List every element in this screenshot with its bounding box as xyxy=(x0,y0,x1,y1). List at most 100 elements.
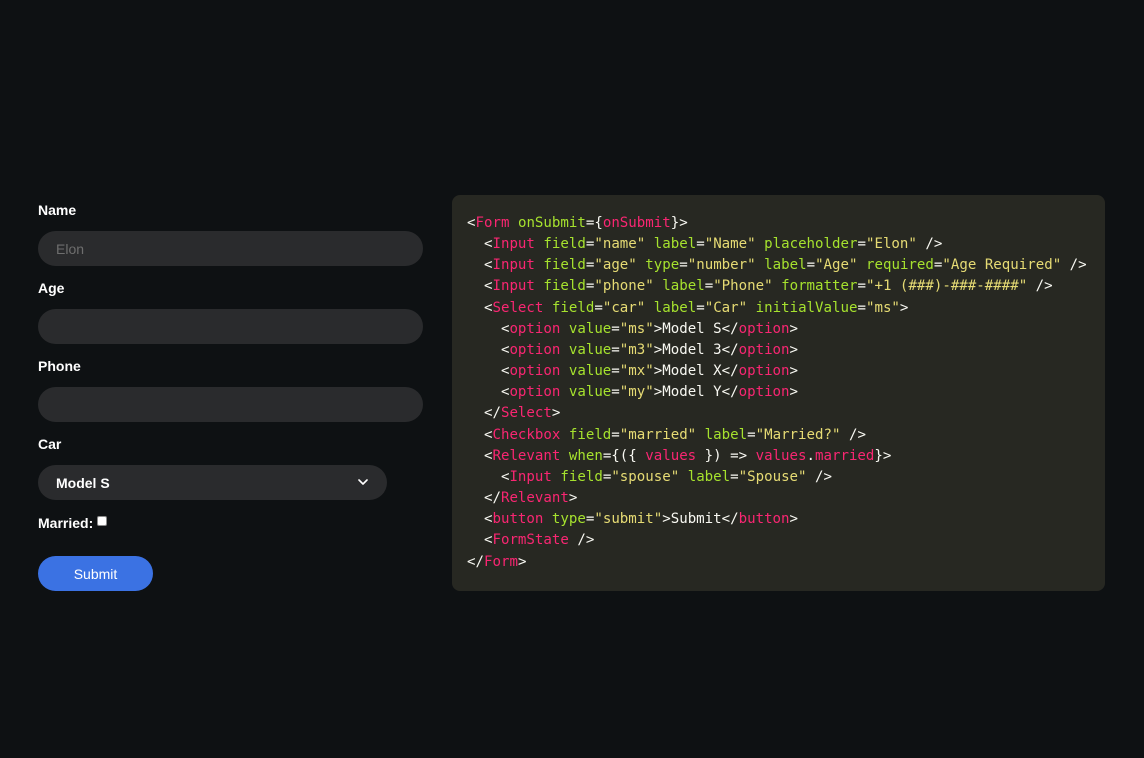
car-select[interactable]: Model S xyxy=(38,465,387,500)
code-token: . xyxy=(806,447,816,464)
code-token: option xyxy=(509,341,561,358)
code-line: </Relevant> xyxy=(467,488,1105,509)
code-token: "Age" xyxy=(815,257,858,274)
code-token: "name" xyxy=(594,236,646,253)
code-token: = xyxy=(611,363,620,380)
car-select-value: Model S xyxy=(56,474,110,491)
code-token: onSubmit xyxy=(602,215,671,231)
married-checkbox[interactable] xyxy=(97,516,108,526)
code-token: Input xyxy=(492,257,535,274)
code-token: >Model X</ xyxy=(653,363,739,380)
code-line: <option value="ms">Model S</option> xyxy=(467,319,1105,340)
code-token: "Car" xyxy=(704,299,748,316)
code-token: = xyxy=(611,320,620,337)
code-token: option xyxy=(509,384,561,401)
code-block: <Form onSubmit={onSubmit}> <Input field=… xyxy=(467,213,1105,573)
code-token: label xyxy=(704,426,748,443)
code-token: < xyxy=(467,532,493,549)
phone-input[interactable] xyxy=(38,387,423,422)
code-token: < xyxy=(467,363,510,380)
code-token: = xyxy=(747,426,756,443)
code-line: <Input field="name" label="Name" placeho… xyxy=(467,234,1105,255)
code-token: when xyxy=(568,447,603,464)
code-token: Form xyxy=(475,215,510,231)
code-token: label xyxy=(653,236,697,253)
code-token: = xyxy=(857,236,866,253)
code-line: <Input field="spouse" label="Spouse" /> xyxy=(467,467,1105,488)
name-input[interactable] xyxy=(38,231,423,266)
code-token: option xyxy=(509,320,561,337)
code-token: > xyxy=(789,363,799,380)
code-token: }> xyxy=(874,447,892,464)
code-token: "ms" xyxy=(619,320,654,337)
code-token: Select xyxy=(492,299,544,316)
code-token: field xyxy=(543,236,586,253)
code-token: option xyxy=(738,384,790,401)
code-token: "submit" xyxy=(594,511,663,528)
code-token: formatter xyxy=(781,278,858,295)
code-token: initialValue xyxy=(755,299,858,316)
code-token: "number" xyxy=(687,257,756,274)
code-token: option xyxy=(509,363,561,380)
code-token: < xyxy=(467,299,493,316)
code-token: /> xyxy=(1027,278,1053,295)
name-label: Name xyxy=(38,202,77,218)
code-token: label xyxy=(653,299,697,316)
married-row: Married: xyxy=(38,513,424,533)
code-token: "ms" xyxy=(865,299,900,316)
code-line: <option value="mx">Model X</option> xyxy=(467,361,1105,382)
code-token: Select xyxy=(500,405,552,422)
code-line: <option value="my">Model Y</option> xyxy=(467,382,1105,403)
code-token: placeholder xyxy=(764,236,858,253)
code-token: }) => xyxy=(696,447,756,464)
code-token: "my" xyxy=(619,384,654,401)
code-token: < xyxy=(467,215,476,231)
code-token: field xyxy=(551,299,595,316)
code-token: "phone" xyxy=(594,278,654,295)
code-token: Input xyxy=(492,278,535,295)
code-token: > xyxy=(789,320,799,337)
code-token: </ xyxy=(467,553,484,570)
code-token: values xyxy=(755,447,807,464)
code-token: = xyxy=(611,426,620,443)
code-token: "car" xyxy=(602,299,646,316)
code-line: <button type="submit">Submit</button> xyxy=(467,509,1105,530)
code-token: </ xyxy=(467,490,501,507)
code-token: field xyxy=(568,426,612,443)
code-token: "Age Required" xyxy=(942,257,1062,274)
code-token: label xyxy=(687,468,731,485)
code-token: onSubmit xyxy=(517,215,586,231)
age-input[interactable] xyxy=(38,309,423,344)
code-token: > xyxy=(568,490,578,507)
code-token: "spouse" xyxy=(611,468,680,485)
code-token: value xyxy=(568,384,612,401)
code-line: </Form> xyxy=(467,552,1105,573)
code-token: FormState xyxy=(492,532,569,549)
demo-form: Name Age Phone Car Model S Married: Subm… xyxy=(38,200,424,591)
code-panel: <Form onSubmit={onSubmit}> <Input field=… xyxy=(452,195,1105,591)
submit-button[interactable]: Submit xyxy=(38,556,153,591)
code-token: < xyxy=(467,236,493,253)
code-token: "mx" xyxy=(619,363,654,380)
code-token: label xyxy=(764,257,807,274)
code-token: = xyxy=(679,257,688,274)
code-token: < xyxy=(467,341,510,358)
code-line: <Form onSubmit={onSubmit}> xyxy=(467,213,1105,234)
code-token: value xyxy=(568,320,612,337)
code-token: married xyxy=(815,447,875,464)
code-token: >Submit</ xyxy=(662,511,739,528)
code-token: >Model S</ xyxy=(653,320,739,337)
code-token: Checkbox xyxy=(492,426,561,443)
code-token: value xyxy=(568,341,612,358)
